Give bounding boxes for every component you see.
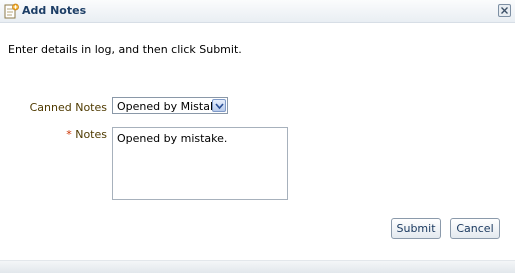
notes-label: Notes: [75, 128, 107, 141]
add-note-icon: [4, 3, 20, 19]
close-icon[interactable]: [498, 4, 511, 17]
dialog-footer: [0, 260, 515, 273]
notes-label-group: * Notes: [66, 128, 107, 141]
dialog-title: Add Notes: [22, 4, 87, 17]
cancel-button[interactable]: Cancel: [450, 218, 500, 239]
dialog-titlebar: Add Notes: [0, 0, 515, 23]
chevron-down-icon[interactable]: [212, 99, 226, 112]
notes-textarea[interactable]: Opened by mistake.: [112, 127, 288, 200]
required-marker: *: [66, 128, 72, 141]
canned-notes-select[interactable]: Opened by Mistake: [112, 97, 228, 114]
instruction-text: Enter details in log, and then click Sub…: [8, 43, 242, 56]
canned-notes-label: Canned Notes: [29, 101, 107, 114]
submit-button[interactable]: Submit: [391, 218, 441, 239]
canned-notes-selected-value: Opened by Mistake: [117, 100, 223, 113]
